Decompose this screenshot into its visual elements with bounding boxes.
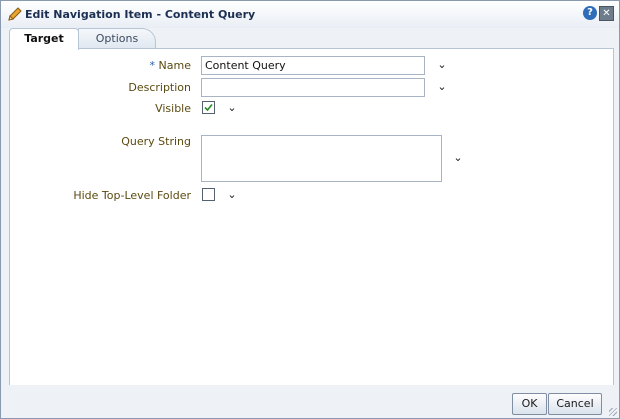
pencil-icon (7, 6, 23, 22)
ok-button[interactable]: OK (512, 393, 547, 415)
checkmark-icon (204, 103, 213, 112)
description-chevron-down-icon[interactable]: ⌄ (436, 81, 448, 92)
hide-top-level-folder-label: Hide Top-Level Folder (73, 189, 191, 202)
target-panel: * Name Description Visible Query String … (9, 48, 614, 387)
query-string-chevron-down-icon[interactable]: ⌄ (452, 152, 464, 163)
dialog-title: Edit Navigation Item - Content Query (25, 8, 256, 21)
query-string-label: Query String (121, 135, 191, 148)
name-input[interactable] (201, 56, 425, 75)
required-marker: * (149, 59, 156, 72)
description-label: Description (128, 81, 191, 94)
name-label-text: Name (158, 59, 191, 72)
visible-checkbox[interactable] (202, 101, 215, 114)
tab-bar: Target Options (1, 28, 619, 50)
description-input[interactable] (201, 78, 425, 97)
dialog-window: Edit Navigation Item - Content Query ? ✕… (0, 0, 620, 419)
hide-top-level-folder-chevron-down-icon[interactable]: ⌄ (226, 189, 238, 200)
name-chevron-down-icon[interactable]: ⌄ (436, 59, 448, 70)
close-icon[interactable]: ✕ (599, 6, 614, 21)
dialog-titlebar[interactable]: Edit Navigation Item - Content Query ? ✕ (1, 1, 619, 28)
visible-chevron-down-icon[interactable]: ⌄ (226, 102, 238, 113)
help-icon[interactable]: ? (583, 6, 597, 20)
visible-label: Visible (155, 102, 191, 115)
query-string-textarea[interactable] (201, 135, 442, 182)
dialog-footer: OK Cancel (1, 385, 619, 418)
hide-top-level-folder-checkbox[interactable] (202, 188, 215, 201)
tab-target[interactable]: Target (9, 28, 79, 50)
cancel-button[interactable]: Cancel (548, 393, 602, 415)
name-label: * Name (150, 59, 191, 72)
label-column: * Name Description Visible Query String … (10, 49, 191, 386)
resize-grip-icon[interactable] (609, 408, 617, 416)
tab-options[interactable]: Options (78, 28, 156, 49)
